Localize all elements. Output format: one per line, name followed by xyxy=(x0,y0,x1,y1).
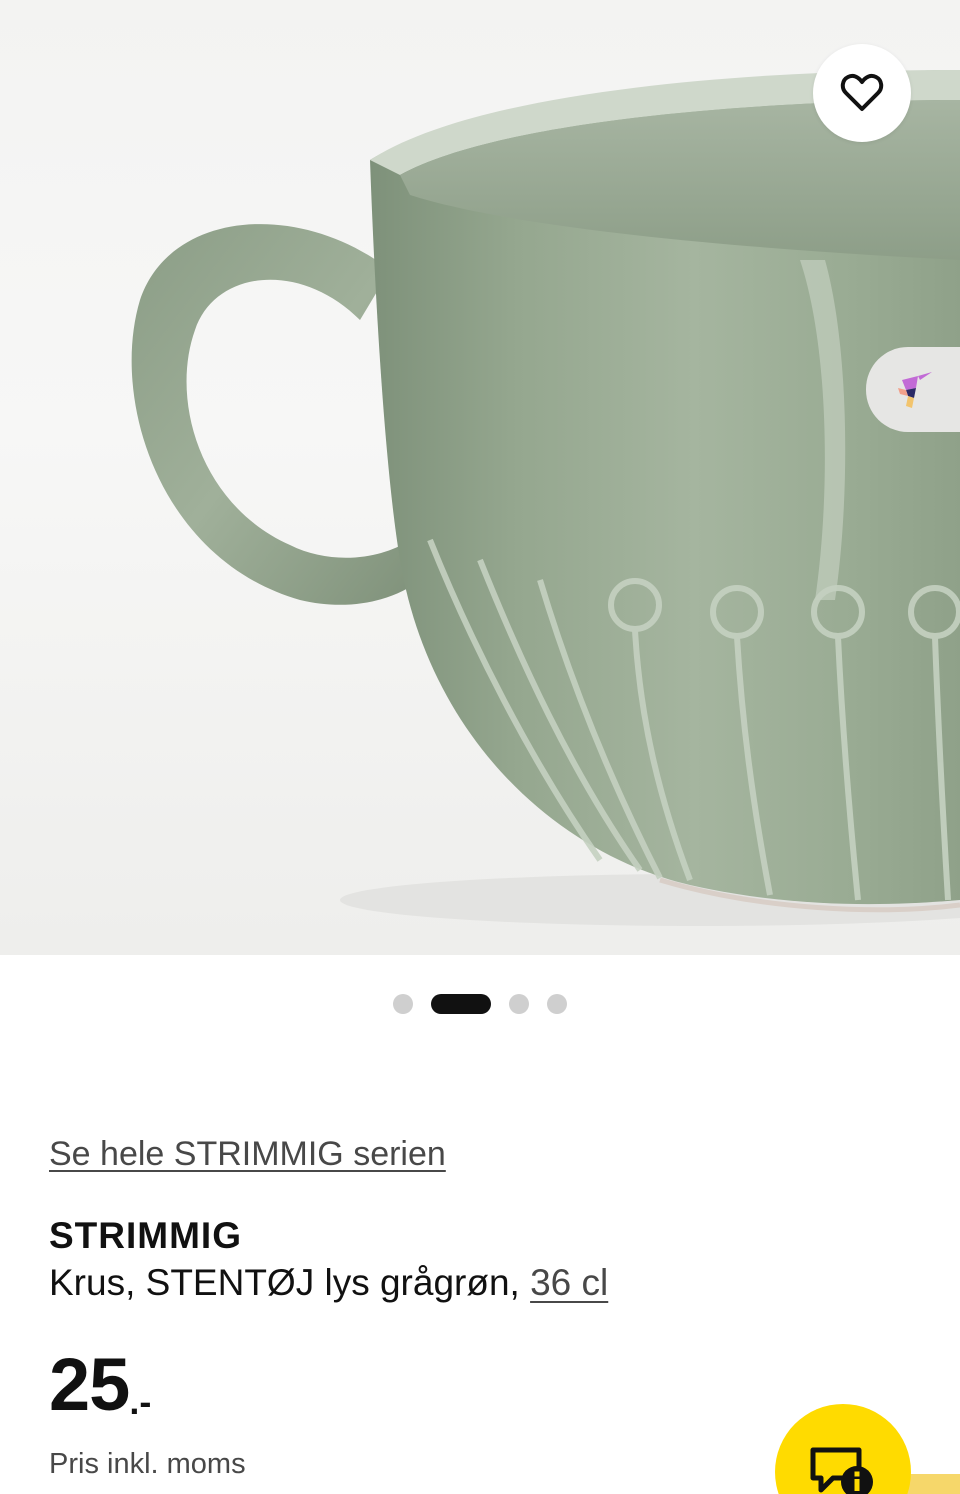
carousel-dot-active[interactable] xyxy=(431,994,491,1014)
price-suffix: .- xyxy=(129,1381,152,1422)
product-page: Se hele STRIMMIG serien STRIMMIG Krus, S… xyxy=(0,0,960,1494)
product-description: Krus, STENTØJ lys grågrøn, 36 cl xyxy=(49,1262,608,1304)
price: 25 .- xyxy=(49,1348,151,1422)
series-link[interactable]: Se hele STRIMMIG serien xyxy=(49,1135,446,1174)
favorite-button[interactable] xyxy=(813,44,911,142)
product-image xyxy=(131,70,960,926)
bottom-edge-strip xyxy=(905,1474,960,1494)
carousel-indicator xyxy=(0,994,960,1014)
ar-view-button[interactable] xyxy=(866,347,960,432)
chat-button[interactable] xyxy=(775,1404,911,1494)
product-name: STRIMMIG xyxy=(49,1215,242,1256)
hummingbird-icon xyxy=(898,371,932,408)
carousel-dot[interactable] xyxy=(509,994,529,1014)
size-link[interactable]: 36 cl xyxy=(530,1262,608,1303)
product-description-text: Krus, STENTØJ lys grågrøn, xyxy=(49,1262,520,1303)
product-image-carousel[interactable] xyxy=(0,0,960,955)
carousel-dot[interactable] xyxy=(393,994,413,1014)
heart-outline-icon xyxy=(840,73,884,111)
price-integer: 25 xyxy=(49,1343,130,1426)
carousel-dot[interactable] xyxy=(547,994,567,1014)
chat-info-icon xyxy=(810,1447,873,1494)
vat-note: Pris inkl. moms xyxy=(49,1448,246,1480)
